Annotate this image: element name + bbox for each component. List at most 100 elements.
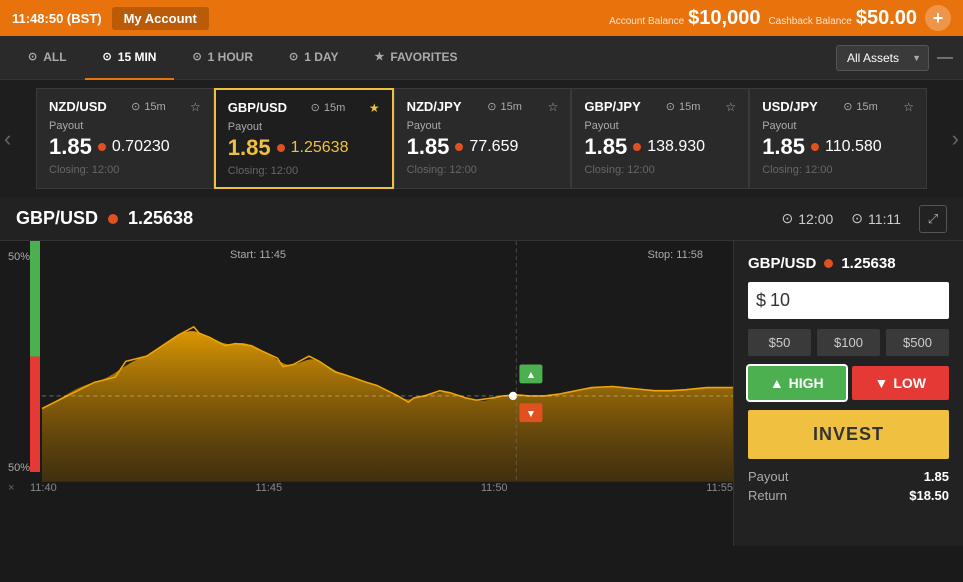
sentiment-bar <box>30 241 40 472</box>
card-star-gbpusd[interactable]: ★ <box>369 101 380 115</box>
asset-filter-wrap: All Assets Forex Crypto Stocks <box>836 45 929 71</box>
account-button[interactable]: My Account <box>112 7 209 30</box>
card-closing-gbpusd: Closing: 12:00 <box>228 165 380 177</box>
asset-card-gbpjpy[interactable]: GBP/JPY ⊙ 15m ☆ Payout 1.85 138.930 Clos… <box>571 88 749 189</box>
clock-icon-nzdusd: ⊙ <box>131 100 140 113</box>
return-value: $18.50 <box>909 488 949 503</box>
low-button[interactable]: ▼ LOW <box>852 366 950 400</box>
card-mult-nzdusd: 1.85 <box>49 134 92 160</box>
svg-text:▼: ▼ <box>526 409 536 420</box>
amount-input[interactable] <box>748 282 949 319</box>
asset-card-nzdusd[interactable]: NZD/USD ⊙ 15m ☆ Payout 1.85 0.70230 Clos… <box>36 88 214 189</box>
chart-x-label-3: 11:55 <box>706 482 733 494</box>
card-price-nzdusd: 0.70230 <box>112 138 170 156</box>
invest-button[interactable]: INVEST <box>748 410 949 459</box>
clock-icon-gbpjpy: ⊙ <box>666 100 675 113</box>
main-content: 50% 50% × Start: 11:45 Stop: 11:58 <box>0 241 963 546</box>
price-chart-svg: ▲ ▼ <box>42 241 733 482</box>
alarm-icon: ⊙ <box>782 210 794 227</box>
top-bar-left: 11:48:50 (BST) My Account <box>12 7 209 30</box>
card-star-gbpjpy[interactable]: ☆ <box>725 100 736 114</box>
high-arrow-icon: ▲ <box>770 375 784 391</box>
card-pair-usdjpy: USD/JPY <box>762 99 818 114</box>
asset-card-nzdjpy[interactable]: NZD/JPY ⊙ 15m ☆ Payout 1.85 77.659 Closi… <box>394 88 572 189</box>
clock-icon-gbpusd: ⊙ <box>311 101 320 114</box>
tab-15min[interactable]: ⊙ 15 MIN <box>85 36 175 80</box>
card-closing-nzdusd: Closing: 12:00 <box>49 164 201 176</box>
clock-display: 11:48:50 (BST) <box>12 11 102 26</box>
card-mult-nzdjpy: 1.85 <box>407 134 450 160</box>
quick-btn-50[interactable]: $50 <box>748 329 811 356</box>
quick-amount-buttons: $50 $100 $500 <box>748 329 949 356</box>
cards-arrow-left[interactable]: ‹ <box>4 126 11 152</box>
tab-15min-icon: ⊙ <box>103 50 112 63</box>
asset-card-gbpusd[interactable]: GBP/USD ⊙ 15m ★ Payout 1.85 1.25638 Clos… <box>214 88 394 189</box>
rp-stats: Payout 1.85 Return $18.50 <box>748 469 949 503</box>
asset-header-price: 1.25638 <box>128 208 193 229</box>
top-bar: 11:48:50 (BST) My Account Account Balanc… <box>0 0 963 36</box>
top-bar-right: Account Balance $10,000 Cashback Balance… <box>609 5 951 31</box>
expand-chart-button[interactable]: ⤢ <box>919 205 947 233</box>
tab-1day-label: 1 DAY <box>304 50 338 64</box>
payout-label: Payout <box>748 469 788 484</box>
card-timer-nzdjpy: ⊙ 15m <box>487 100 522 113</box>
payout-value: 1.85 <box>924 469 949 484</box>
card-mult-usdjpy: 1.85 <box>762 134 805 160</box>
return-label: Return <box>748 488 787 503</box>
card-payout-label-usdjpy: Payout <box>762 120 914 132</box>
card-header-nzdjpy: NZD/JPY ⊙ 15m ☆ <box>407 99 559 114</box>
asset-filter-select[interactable]: All Assets Forex Crypto Stocks <box>836 45 929 71</box>
low-arrow-icon: ▼ <box>874 375 888 391</box>
svg-text:▲: ▲ <box>526 370 536 381</box>
chart-x-label-1: 11:45 <box>255 482 282 494</box>
tab-1hour[interactable]: ⊙ 1 HOUR <box>174 36 271 80</box>
balance-label: Account Balance <box>609 16 684 27</box>
card-payout-label-gbpjpy: Payout <box>584 120 736 132</box>
card-payout-label-nzdjpy: Payout <box>407 120 559 132</box>
deposit-button[interactable]: + <box>925 5 951 31</box>
cards-scroll: NZD/USD ⊙ 15m ☆ Payout 1.85 0.70230 Clos… <box>0 88 963 189</box>
chart-canvas: 50% 50% × Start: 11:45 Stop: 11:58 <box>0 241 733 502</box>
chart-close-icon[interactable]: × <box>8 482 14 494</box>
cards-arrow-right[interactable]: › <box>952 126 959 152</box>
card-pair-nzdjpy: NZD/JPY <box>407 99 462 114</box>
cashback-block: Cashback Balance $50.00 <box>768 7 917 30</box>
direction-buttons: ▲ HIGH ▼ LOW <box>748 366 949 400</box>
card-header-gbpjpy: GBP/JPY ⊙ 15m ☆ <box>584 99 736 114</box>
asset-cards-container: ‹ NZD/USD ⊙ 15m ☆ Payout 1.85 0.70230 Cl… <box>0 80 963 197</box>
quick-btn-100[interactable]: $100 <box>817 329 880 356</box>
asset-header-pair: GBP/USD <box>16 208 98 229</box>
right-panel: GBP/USD 1.25638 $ $50 $100 $500 ▲ HIGH ▼ <box>733 241 963 546</box>
card-pair-nzdusd: NZD/USD <box>49 99 107 114</box>
card-star-nzdusd[interactable]: ☆ <box>190 100 201 114</box>
card-dot-nzdusd <box>98 143 106 151</box>
tab-1day[interactable]: ⊙ 1 DAY <box>271 36 356 80</box>
card-header-gbpusd: GBP/USD ⊙ 15m ★ <box>228 100 380 115</box>
tab-favorites[interactable]: ★ FAVORITES <box>356 36 475 80</box>
card-star-usdjpy[interactable]: ☆ <box>903 100 914 114</box>
card-price-usdjpy: 110.580 <box>825 138 882 156</box>
tab-all[interactable]: ⊙ ALL <box>10 36 85 80</box>
chart-x-label-0: 11:40 <box>30 482 57 494</box>
cashback-label: Cashback Balance <box>768 16 851 27</box>
layout-icon[interactable]: — <box>937 49 953 67</box>
current-time-value: 11:11 <box>868 211 901 227</box>
card-dot-nzdjpy <box>455 143 463 151</box>
quick-btn-500[interactable]: $500 <box>886 329 949 356</box>
balance-block: Account Balance $10,000 <box>609 7 760 30</box>
card-star-nzdjpy[interactable]: ☆ <box>548 100 559 114</box>
card-price-gbpjpy: 138.930 <box>647 138 705 156</box>
card-payout-label-nzdusd: Payout <box>49 120 201 132</box>
tabs-right: All Assets Forex Crypto Stocks — <box>836 45 953 71</box>
card-header-usdjpy: USD/JPY ⊙ 15m ☆ <box>762 99 914 114</box>
tab-all-label: ALL <box>43 50 66 64</box>
close-time-value: 12:00 <box>798 211 833 227</box>
tab-favorites-label: FAVORITES <box>390 50 457 64</box>
high-button[interactable]: ▲ HIGH <box>748 366 846 400</box>
asset-card-usdjpy[interactable]: USD/JPY ⊙ 15m ☆ Payout 1.85 110.580 Clos… <box>749 88 927 189</box>
tab-favorites-icon: ★ <box>374 50 384 63</box>
balance-value: $10,000 <box>688 7 760 30</box>
clock-icon-header: ⊙ <box>851 210 863 227</box>
card-timer-gbpusd: ⊙ 15m <box>311 101 346 114</box>
card-header-nzdusd: NZD/USD ⊙ 15m ☆ <box>49 99 201 114</box>
